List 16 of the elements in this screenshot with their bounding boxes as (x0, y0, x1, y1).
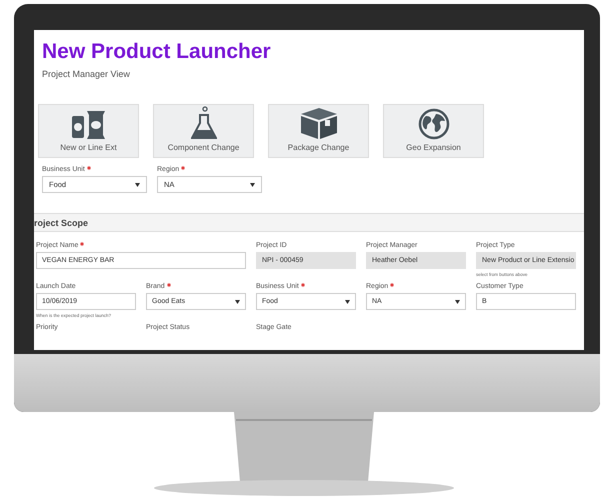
caret-icon (135, 182, 140, 186)
caret-icon (455, 300, 460, 304)
launch-type-tile[interactable]: Geo Expansion (383, 104, 484, 158)
caret-icon (345, 300, 350, 304)
launch-type-tile[interactable]: Component Change (153, 104, 254, 158)
flask-icon (190, 106, 216, 140)
launch-type-tile[interactable]: New or Line Ext (38, 104, 139, 158)
app-subtitle: Project Manager View (42, 69, 130, 79)
section-title: roject Scope (34, 218, 88, 228)
caret-icon (250, 182, 255, 186)
box-icon (298, 106, 338, 140)
globe-icon (418, 108, 450, 140)
caret-icon (235, 300, 240, 304)
can-and-chip-bag-icon (70, 108, 106, 140)
app-title: New Product Launcher (42, 40, 271, 64)
launch-type-tile[interactable]: Package Change (268, 104, 369, 158)
